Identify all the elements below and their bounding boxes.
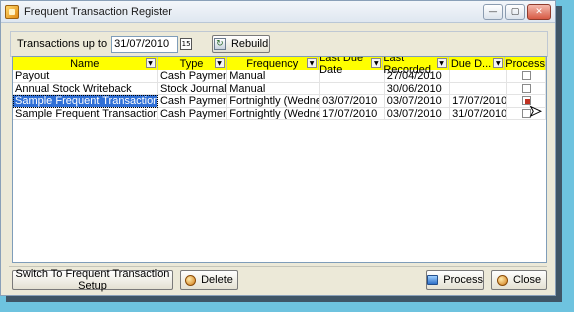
cell-frequency: Manual — [227, 70, 321, 83]
column-header-label: Frequency — [246, 57, 299, 70]
window-title: Frequent Transaction Register — [24, 5, 172, 18]
column-header-process[interactable]: Process — [505, 57, 546, 70]
title-bar[interactable]: Frequent Transaction Register — ▢ ✕ — [1, 1, 555, 23]
footer-divider — [9, 266, 547, 267]
close-button[interactable]: Close — [491, 270, 547, 290]
column-header-due-d[interactable]: Due D...↗▼ — [449, 57, 506, 70]
cell-type: Stock Journal — [157, 82, 228, 95]
column-header-label: Type — [179, 57, 204, 70]
rebuild-label: Rebuild — [230, 38, 269, 50]
rebuild-button[interactable]: ↻ Rebuild — [212, 35, 271, 53]
minimize-button[interactable]: — — [483, 3, 503, 20]
table-row[interactable]: Sample Frequent Transaction Cash Payment F… — [13, 95, 546, 108]
process-checkbox[interactable] — [521, 71, 531, 81]
delete-icon — [185, 274, 197, 286]
column-filter-dropdown-icon[interactable]: ▼ — [493, 58, 504, 68]
column-header-name[interactable]: Name ▼ — [13, 57, 158, 70]
cell-type: Cash Payment — [157, 107, 228, 120]
transaction-grid[interactable]: Name ▼ Type ▼ Frequency ▼ Last Due Date ▼ Last R… — [12, 56, 547, 263]
column-header-last-due-date[interactable]: Last Due Date ▼ — [319, 57, 384, 76]
cell-type: Cash Payment — [157, 70, 228, 83]
column-filter-dropdown-icon[interactable]: ▼ — [436, 58, 447, 68]
process-checkbox[interactable] — [521, 83, 531, 93]
delete-button[interactable]: Delete — [180, 270, 238, 290]
column-filter-dropdown-icon[interactable]: ▼ — [145, 58, 156, 68]
cell-frequency: Fortnightly (Wednesday) — [227, 95, 321, 108]
table-row[interactable]: Payout Cash Payment Manual 27/04/2010 — [13, 70, 546, 83]
cell-name: Sample Frequent Transaction — [13, 107, 158, 120]
column-header-label: Due D... — [450, 57, 492, 70]
cell-process — [507, 82, 546, 95]
cell-last-recorded: 03/07/2010 — [384, 95, 451, 108]
cell-last-due — [320, 82, 385, 95]
column-filter-dropdown-icon[interactable]: ▼ — [214, 58, 225, 68]
column-header-label: Process — [505, 57, 545, 70]
table-row[interactable]: Annual Stock Writeback Stock Journal Manua… — [13, 82, 546, 95]
cell-process — [507, 107, 546, 120]
cell-process — [507, 95, 546, 108]
window-controls: — ▢ ✕ — [483, 3, 551, 20]
app-icon — [5, 4, 19, 19]
filter-toolbar: Transactions up to 15 ↻ Rebuild — [10, 31, 548, 57]
column-header-label: Name — [70, 57, 100, 70]
close-icon — [496, 274, 508, 286]
grid-body: Payout Cash Payment Manual 27/04/2010 Annual… — [13, 70, 546, 120]
maximize-button[interactable]: ▢ — [505, 3, 525, 20]
grid-header: Name ▼ Type ▼ Frequency ▼ Last Due Date ▼ Last R… — [13, 57, 546, 76]
close-window-button[interactable]: ✕ — [527, 3, 551, 20]
rebuild-icon: ↻ — [213, 38, 226, 50]
column-header-frequency[interactable]: Frequency ▼ — [227, 57, 320, 70]
cell-due — [450, 70, 508, 83]
cell-last-recorded: 03/07/2010 — [384, 107, 451, 120]
cell-last-recorded: 30/06/2010 — [384, 82, 451, 95]
cell-due — [450, 82, 508, 95]
transactions-up-to-date-input[interactable] — [111, 35, 179, 53]
column-header-type[interactable]: Type ▼ — [158, 57, 227, 70]
process-icon — [427, 275, 439, 285]
cell-name: Payout — [13, 70, 158, 83]
table-row[interactable]: Sample Frequent Transaction Cash Payment F… — [13, 107, 546, 120]
process-label: Process — [443, 274, 483, 286]
switch-to-setup-button[interactable]: Switch To Frequent Transaction Setup — [12, 268, 173, 292]
calendar-icon[interactable]: 15 — [180, 38, 193, 50]
cell-frequency: Manual — [227, 82, 321, 95]
cell-due: 31/07/2010 — [450, 107, 508, 120]
cell-name: Sample Frequent Transaction — [13, 95, 158, 108]
process-checkbox[interactable] — [521, 96, 531, 106]
cell-last-due: 17/07/2010 — [320, 107, 385, 120]
transactions-up-to-label: Transactions up to — [17, 38, 108, 50]
cell-due: 17/07/2010 — [450, 95, 508, 108]
cell-process — [507, 70, 546, 83]
column-filter-dropdown-icon[interactable]: ▼ — [307, 58, 318, 68]
cell-type: Cash Payment — [157, 95, 228, 108]
process-checkbox[interactable] — [521, 108, 531, 118]
delete-label: Delete — [201, 274, 233, 286]
cell-last-due: 03/07/2010 — [320, 95, 385, 108]
switch-to-setup-label: Switch To Frequent Transaction Setup — [15, 268, 170, 292]
close-label: Close — [512, 274, 542, 286]
column-header-last-recorded[interactable]: Last Recorded ▼ — [383, 57, 449, 76]
cell-name: Annual Stock Writeback — [13, 82, 158, 95]
column-filter-dropdown-icon[interactable]: ▼ — [371, 58, 382, 68]
cell-frequency: Fortnightly (Wednesday) — [227, 107, 321, 120]
process-button[interactable]: Process — [426, 270, 484, 290]
